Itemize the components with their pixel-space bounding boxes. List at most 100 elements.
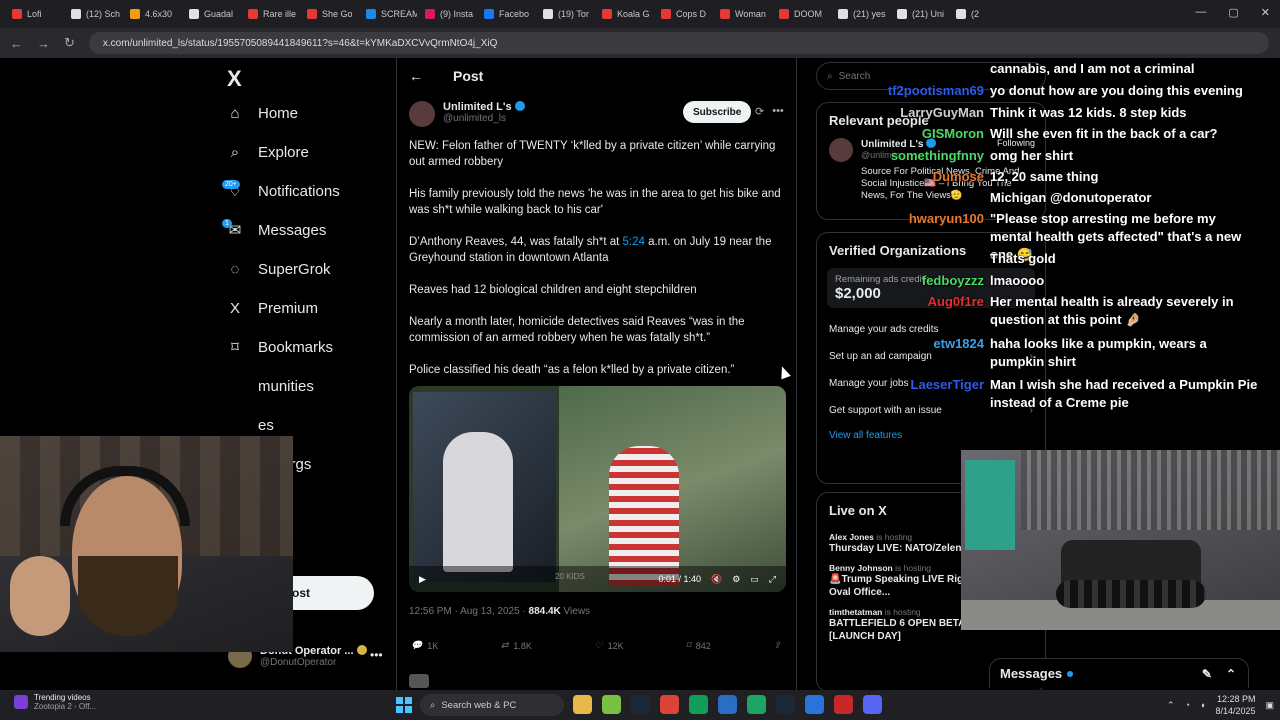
- reply-avatar: [409, 674, 429, 688]
- app-icon[interactable]: [747, 695, 766, 714]
- settings-icon[interactable]: ⚙: [732, 574, 740, 585]
- author-handle[interactable]: @unlimited_ls: [443, 113, 525, 124]
- chrome-icon[interactable]: [660, 695, 679, 714]
- browser-tab[interactable]: 4.6x30: [124, 2, 181, 26]
- post-author[interactable]: Unlimited L's @unlimited_ls: [409, 101, 525, 127]
- timestamp-link[interactable]: 5:24: [623, 236, 645, 248]
- back-arrow-icon[interactable]: ←: [409, 68, 423, 84]
- volume-icon[interactable]: 🔇: [711, 574, 722, 585]
- chat-text: Thats gold: [990, 251, 1056, 266]
- x-logo-icon[interactable]: X: [227, 66, 242, 92]
- url-field[interactable]: x.com/unlimited_ls/status/19557050894418…: [88, 32, 1269, 54]
- reply-button[interactable]: 💬 1K: [411, 640, 438, 651]
- chat-username: Dumose: [932, 169, 984, 184]
- author-name[interactable]: Unlimited L's: [443, 101, 525, 113]
- pip-icon[interactable]: ▭: [750, 574, 759, 585]
- back-icon[interactable]: ←: [10, 36, 23, 51]
- browser-tab[interactable]: (19) Tor: [537, 2, 594, 26]
- minimize-icon[interactable]: —: [1195, 6, 1206, 19]
- sidebar-item-messages[interactable]: ✉ 1 Messages: [222, 219, 326, 239]
- discord-icon[interactable]: [863, 695, 882, 714]
- clock[interactable]: 12:28 PM 8/14/2025: [1215, 693, 1255, 717]
- view-all-features-link[interactable]: View all features: [817, 424, 1045, 453]
- browser-tab[interactable]: (12) Sch: [65, 2, 122, 26]
- sidebar-item-profiles[interactable]: es: [226, 416, 274, 434]
- maximize-icon[interactable]: ▢: [1228, 6, 1238, 19]
- messages-title: Messages: [1000, 666, 1063, 681]
- play-icon[interactable]: ▶: [419, 574, 426, 585]
- post-header: ← Post: [409, 68, 483, 84]
- browser-tab[interactable]: (2: [950, 2, 1007, 26]
- chat-username: LaeserTiger: [910, 377, 984, 392]
- tab-label: Lofi: [27, 9, 42, 19]
- chat-text: lmaoooo: [990, 273, 1045, 288]
- chat-text: yo donut how are you doing this evening: [990, 83, 1243, 98]
- forward-icon[interactable]: →: [37, 36, 50, 51]
- tab-label: (12) Sch: [86, 9, 121, 19]
- chat-text: Think it was 12 kids. 8 step kids: [990, 105, 1187, 120]
- video-player[interactable]: 20 KIDS ▶ 0:01 / 1:40 🔇 ⚙ ▭ ⤢: [409, 386, 786, 592]
- browser-tab[interactable]: (21) yes: [832, 2, 889, 26]
- sidebar-item-supergrok[interactable]: ◌ SuperGrok: [226, 260, 331, 278]
- volume-icon[interactable]: ◖: [1200, 700, 1205, 710]
- chat-message: tf2pootisman69 yo donut how are you doing…: [888, 82, 1260, 100]
- new-message-icon[interactable]: ✎: [1202, 667, 1212, 681]
- sidebar-item-bookmarks[interactable]: ⌑ Bookmarks: [226, 338, 333, 357]
- browser-tab[interactable]: Rare ille: [242, 2, 299, 26]
- bookmark-button[interactable]: ⌑ 842: [686, 640, 711, 651]
- share-button[interactable]: ⇪: [773, 640, 781, 651]
- subscribe-button[interactable]: Subscribe: [683, 101, 752, 123]
- like-button[interactable]: ♡ 12K: [594, 640, 623, 651]
- steam-icon[interactable]: [631, 695, 650, 714]
- search-icon: ⌕: [827, 70, 833, 82]
- messages-drawer[interactable]: Messages ✎ ⌃: [989, 658, 1249, 688]
- app-icon[interactable]: [805, 695, 824, 714]
- reload-icon[interactable]: ↻: [64, 35, 75, 51]
- sidebar-item-home[interactable]: ⌂ Home: [226, 104, 298, 122]
- browser-tab[interactable]: DOOM: [773, 2, 830, 26]
- favicon-icon: [484, 9, 494, 19]
- explore-icon: ⌕: [230, 143, 240, 161]
- expand-icon[interactable]: ⌃: [1226, 667, 1236, 681]
- chat-username: fedboyzzz: [921, 273, 984, 288]
- chat-text: omg her shirt: [990, 148, 1074, 163]
- wifi-icon[interactable]: ◔: [1185, 700, 1190, 710]
- app-icon[interactable]: [834, 695, 853, 714]
- tab-label: SCREAM: [381, 9, 417, 19]
- browser-tab[interactable]: Cops D: [655, 2, 712, 26]
- fullscreen-icon[interactable]: ⤢: [769, 574, 776, 585]
- sidebar-item-communities[interactable]: munities: [226, 377, 314, 395]
- sidebar-item-explore[interactable]: ⌕ Explore: [226, 143, 309, 161]
- browser-tab[interactable]: She Go: [301, 2, 358, 26]
- start-icon[interactable]: [396, 697, 412, 713]
- grok-icon[interactable]: ⟳: [755, 105, 764, 118]
- avatar[interactable]: [409, 101, 435, 127]
- browser-tab[interactable]: Koala G: [596, 2, 653, 26]
- chat-username: hwaryun100: [908, 211, 984, 226]
- repost-button[interactable]: ⇄ 1.8K: [501, 640, 532, 651]
- sidebar-item-notifications[interactable]: ♢ 20+ Notifications: [222, 180, 340, 200]
- browser-tab[interactable]: (21) Uni: [891, 2, 948, 26]
- app-icon[interactable]: [602, 695, 621, 714]
- browser-tab[interactable]: Guadal: [183, 2, 240, 26]
- sidebar-item-premium[interactable]: X Premium: [226, 299, 318, 317]
- browser-tab[interactable]: Woman: [714, 2, 771, 26]
- browser-tab[interactable]: Facebo: [478, 2, 535, 26]
- file-explorer-icon[interactable]: [573, 695, 592, 714]
- sidebar-item-label: es: [258, 416, 274, 434]
- browser-tab[interactable]: Lofi: [6, 2, 63, 26]
- browser-tab[interactable]: SCREAM: [360, 2, 417, 26]
- trending-widget[interactable]: Trending videos Zootopia 2 - Off...: [14, 693, 96, 711]
- steam-icon[interactable]: [776, 695, 795, 714]
- close-icon[interactable]: ✕: [1261, 6, 1270, 19]
- notification-icon[interactable]: ▣: [1265, 700, 1274, 711]
- more-icon[interactable]: •••: [772, 105, 784, 118]
- repost-icon: ⇄: [500, 640, 509, 650]
- chrome-icon[interactable]: [689, 695, 708, 714]
- favicon-icon: [661, 9, 671, 19]
- chevron-up-icon[interactable]: ⌃: [1167, 700, 1175, 711]
- browser-tab[interactable]: (9) Insta: [419, 2, 476, 26]
- app-icon[interactable]: [718, 695, 737, 714]
- taskbar-search[interactable]: ⌕ Search web & PC: [420, 694, 564, 716]
- more-icon[interactable]: •••: [370, 648, 383, 662]
